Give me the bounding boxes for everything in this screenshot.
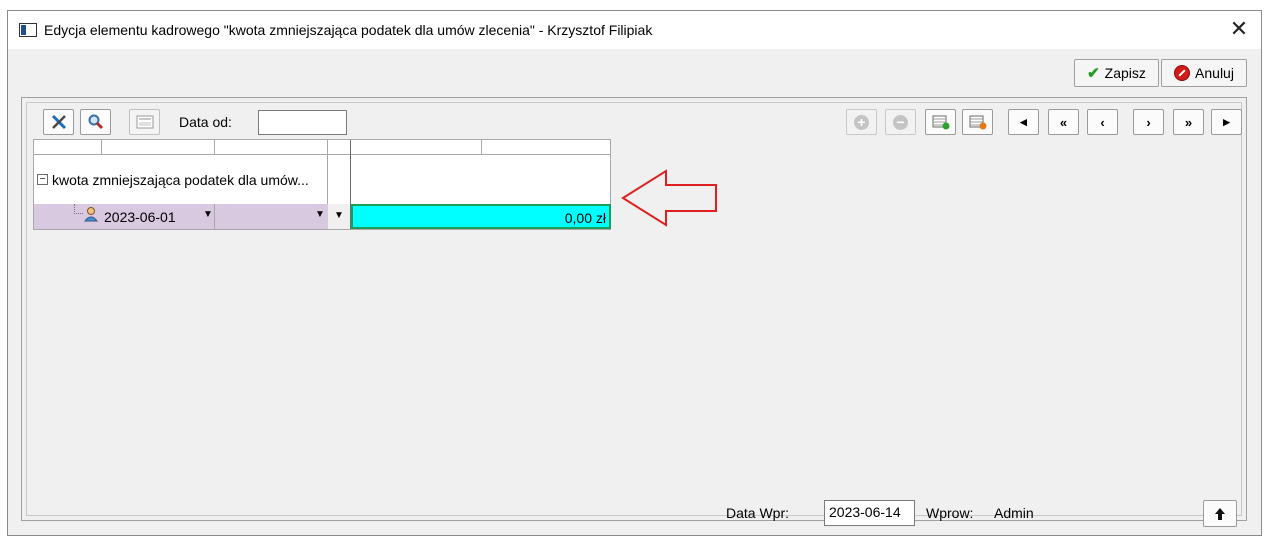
cancel-label: Anuluj — [1195, 65, 1234, 81]
title-bar: Edycja elementu kadrowego "kwota zmniejs… — [8, 11, 1261, 49]
cancel-button[interactable]: Anuluj — [1161, 59, 1247, 87]
add-row-button[interactable]: + — [846, 109, 877, 135]
calculator-button[interactable] — [129, 109, 160, 135]
tree-collapse-icon[interactable]: − — [37, 174, 48, 185]
remove-row-button[interactable]: − — [885, 109, 916, 135]
nav-next-button[interactable]: › — [1133, 109, 1164, 135]
grid-header-divider — [34, 154, 610, 155]
entry-date-label: Data Wpr: — [726, 505, 790, 521]
nav-last-button[interactable]: ▸ — [1211, 109, 1242, 135]
table-edit-icon — [969, 115, 986, 130]
row-dropdown-cell[interactable]: ▼ — [328, 204, 350, 229]
entered-by-value: Admin — [994, 505, 1034, 521]
tools-button[interactable] — [43, 109, 74, 135]
remove-icon: − — [893, 114, 908, 130]
amount-cell[interactable]: 0,00 zł — [351, 204, 611, 229]
dropdown-arrow-icon[interactable]: ▼ — [334, 210, 344, 221]
calculator-icon — [136, 115, 153, 129]
save-label: Zapisz — [1104, 65, 1146, 81]
group-row-label: kwota zmniejszająca podatek dla umów... — [52, 172, 309, 188]
amount-value: 0,00 zł — [564, 210, 606, 226]
table-add-button[interactable] — [925, 109, 956, 135]
dropdown-arrow-icon[interactable]: ▼ — [315, 209, 325, 220]
grid-column-divider — [101, 140, 102, 154]
add-icon: + — [854, 114, 869, 130]
search-icon — [88, 114, 103, 130]
grid-column-divider — [214, 140, 215, 154]
search-button[interactable] — [80, 109, 111, 135]
scroll-top-button[interactable] — [1203, 500, 1237, 527]
table-edit-button[interactable] — [962, 109, 993, 135]
dropdown-arrow-icon[interactable]: ▼ — [203, 209, 213, 220]
grid-column-divider — [481, 140, 482, 154]
grid-container: Data od: + − ◂ « ‹ › » ▸ − kwota zmniejs… — [26, 102, 1242, 527]
arrow-up-icon — [1215, 507, 1225, 520]
data-grid: − kwota zmniejszająca podatek dla umów..… — [33, 139, 611, 230]
date-from-label: Data od: — [179, 114, 232, 130]
tools-icon — [51, 114, 66, 130]
window-title: Edycja elementu kadrowego "kwota zmniejs… — [44, 22, 653, 38]
window-icon — [19, 23, 37, 37]
save-button[interactable]: ✔ Zapisz — [1074, 59, 1159, 87]
nav-prev-fast-button[interactable]: « — [1048, 109, 1079, 135]
nav-next-fast-button[interactable]: » — [1173, 109, 1204, 135]
nav-first-button[interactable]: ◂ — [1008, 109, 1039, 135]
annotation-arrow — [621, 169, 717, 227]
tree-connector — [74, 204, 83, 214]
row-date-cell[interactable]: 2023-06-01 — [104, 209, 176, 225]
table-add-icon — [932, 115, 949, 130]
close-button[interactable]: ✕ — [1224, 15, 1254, 45]
person-icon — [84, 207, 98, 222]
main-panel: Data od: + − ◂ « ‹ › » ▸ − kwota zmniejs… — [21, 97, 1247, 527]
nav-prev-button[interactable]: ‹ — [1087, 109, 1118, 135]
entered-by-label: Wprow: — [926, 505, 974, 521]
cancel-icon — [1174, 65, 1191, 81]
dialog-window: Edycja elementu kadrowego "kwota zmniejs… — [7, 10, 1262, 536]
checkmark-icon: ✔ — [1087, 65, 1100, 82]
entry-date-field[interactable]: 2023-06-14 — [824, 500, 915, 526]
date-from-input[interactable] — [258, 110, 347, 135]
grid-column-divider — [214, 204, 215, 229]
